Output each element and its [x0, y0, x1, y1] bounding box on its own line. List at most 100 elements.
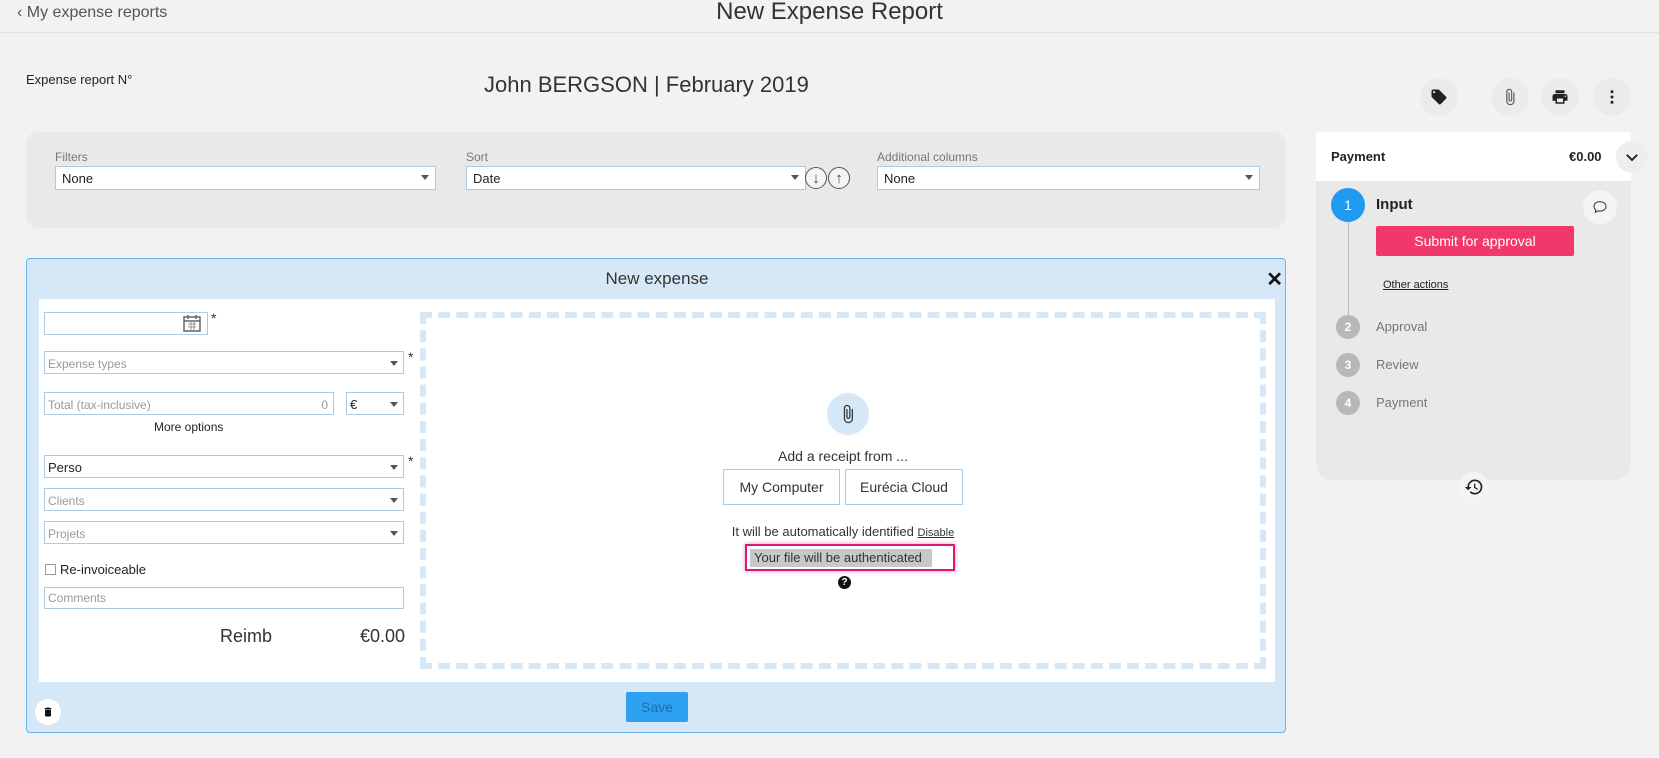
required-mark: * — [408, 349, 414, 365]
close-icon[interactable]: ✕ — [1266, 267, 1283, 292]
total-field[interactable]: Total (tax-inclusive) 0 — [44, 392, 334, 415]
currency-select[interactable]: € — [346, 392, 404, 415]
clients-select[interactable]: Clients — [44, 488, 404, 511]
reimb-label: Reimb — [220, 626, 273, 646]
history-button[interactable] — [1459, 472, 1489, 502]
auto-identify-text: It will be automatically identified Disa… — [426, 524, 1260, 539]
step-3-number: 3 — [1336, 353, 1360, 377]
step-connector — [1348, 222, 1349, 322]
more-button[interactable] — [1593, 78, 1631, 116]
other-actions-link[interactable]: Other actions — [1383, 279, 1448, 291]
top-bar: ‹ My expense reports New Expense Report — [0, 0, 1659, 33]
expense-types-placeholder: Expense types — [48, 357, 127, 371]
tag-icon — [1431, 89, 1447, 105]
sort-descending-icon[interactable]: ↓ — [805, 167, 827, 189]
projects-select[interactable]: Projets — [44, 521, 404, 544]
total-value: 0 — [321, 398, 328, 412]
workflow-panel: Payment €0.00 1 Input Submit for approva… — [1316, 132, 1631, 480]
calendar-icon[interactable] — [182, 313, 202, 333]
filters-value: None — [62, 171, 94, 186]
caret-down-icon — [421, 175, 429, 180]
receipt-dropzone[interactable]: Add a receipt from ... My Computer Euréc… — [420, 312, 1266, 669]
expense-types-select[interactable]: Expense types — [44, 351, 404, 374]
comment-icon — [1593, 201, 1607, 214]
sort-select[interactable]: Date — [466, 166, 806, 190]
more-options-link[interactable]: More options — [154, 420, 223, 434]
receipt-attach-circle — [827, 393, 869, 435]
expense-form-area: * Expense types * Total (tax-inclusive) 0… — [39, 299, 1275, 682]
step-3-label: Review — [1376, 357, 1419, 372]
help-icon[interactable]: ? — [838, 576, 851, 589]
required-mark: * — [211, 310, 217, 326]
caret-down-icon — [390, 465, 398, 470]
step-4-label: Payment — [1376, 395, 1428, 410]
new-expense-panel: New expense ✕ * Expense types * Total (t… — [26, 258, 1286, 733]
authenticated-text: Your file will be authenticated — [750, 549, 932, 567]
paperclip-icon — [843, 404, 853, 424]
date-field[interactable] — [44, 312, 208, 335]
filters-select[interactable]: None — [55, 166, 436, 190]
columns-group: Additional columns None — [877, 150, 1260, 190]
report-name: John BERGSON | February 2019 — [484, 72, 809, 97]
my-computer-button[interactable]: My Computer — [723, 469, 840, 505]
projects-placeholder: Projets — [48, 527, 86, 541]
required-mark: * — [408, 453, 414, 469]
clients-placeholder: Clients — [48, 494, 85, 508]
reinvoiceable-row: Re-invoiceable — [45, 562, 146, 577]
account-select[interactable]: Perso — [44, 455, 404, 478]
sort-ascending-icon[interactable]: ↑ — [828, 167, 850, 189]
chevron-down-icon — [1626, 154, 1638, 162]
workflow-header-amount: €0.00 — [1569, 149, 1602, 164]
disable-link[interactable]: Disable — [918, 527, 955, 539]
delete-button[interactable] — [35, 699, 61, 725]
save-button[interactable]: Save — [626, 692, 688, 722]
reimb-value: €0.00 — [360, 626, 406, 646]
step-1-number: 1 — [1331, 188, 1365, 222]
trash-icon — [44, 707, 52, 717]
caret-down-icon — [390, 531, 398, 536]
comment-button[interactable] — [1583, 190, 1617, 224]
print-icon — [1552, 90, 1568, 104]
step-4-number: 4 — [1336, 391, 1360, 415]
step-1-label: Input — [1376, 196, 1413, 213]
caret-down-icon — [1245, 175, 1253, 180]
step-2-number: 2 — [1336, 315, 1360, 339]
comments-field[interactable]: Comments — [44, 587, 404, 609]
report-number-label: Expense report N° — [26, 72, 133, 87]
workflow-toggle-button[interactable] — [1616, 141, 1648, 173]
reinvoiceable-checkbox[interactable] — [45, 564, 56, 575]
paperclip-icon — [1506, 88, 1515, 106]
sort-label: Sort — [466, 150, 489, 164]
workflow-header: Payment €0.00 — [1316, 132, 1631, 181]
expense-title: New expense — [605, 269, 709, 288]
caret-down-icon — [791, 175, 799, 180]
caret-down-icon — [390, 402, 398, 407]
eurecia-cloud-button[interactable]: Eurécia Cloud — [845, 469, 963, 505]
reinvoiceable-label: Re-invoiceable — [60, 562, 146, 577]
columns-value: None — [884, 171, 916, 186]
more-vertical-icon — [1610, 90, 1614, 104]
total-placeholder: Total (tax-inclusive) — [48, 398, 151, 412]
page-title: New Expense Report — [716, 0, 943, 25]
columns-label: Additional columns — [877, 150, 978, 164]
authenticated-highlight[interactable]: Your file will be authenticated — [745, 544, 955, 571]
sort-group: Sort Date — [466, 150, 806, 190]
attach-button[interactable] — [1491, 78, 1529, 116]
print-button[interactable] — [1541, 78, 1579, 116]
comments-placeholder: Comments — [48, 591, 107, 605]
currency-value: € — [350, 397, 358, 412]
sort-direction: ↓ ↑ — [805, 167, 850, 189]
step-2-label: Approval — [1376, 319, 1428, 334]
filters-label: Filters — [55, 150, 88, 164]
sort-value: Date — [473, 171, 501, 186]
account-value: Perso — [48, 460, 82, 475]
submit-for-approval-button[interactable]: Submit for approval — [1376, 226, 1574, 256]
filters-panel: Filters None Sort Date Additional column… — [26, 132, 1286, 228]
tag-button[interactable] — [1420, 78, 1458, 116]
caret-down-icon — [390, 498, 398, 503]
columns-select[interactable]: None — [877, 166, 1260, 190]
caret-down-icon — [390, 361, 398, 366]
auto-identify-label: It will be automatically identified — [731, 524, 914, 539]
add-receipt-label: Add a receipt from ... — [778, 448, 908, 464]
history-icon — [1464, 479, 1483, 495]
